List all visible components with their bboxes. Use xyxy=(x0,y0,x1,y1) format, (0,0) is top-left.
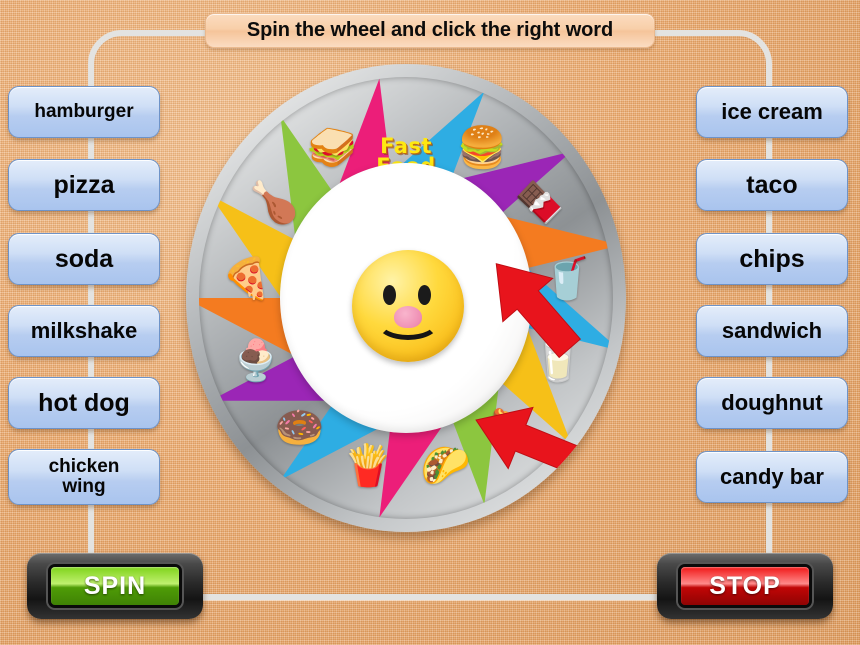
word-label: ice cream xyxy=(721,99,823,125)
spin-button-label: SPIN xyxy=(51,567,179,605)
stop-button[interactable]: STOP xyxy=(657,553,833,619)
word-label-line1: chicken xyxy=(48,456,120,478)
word-button-pizza[interactable]: pizza xyxy=(8,159,160,211)
word-label-line2: wing xyxy=(62,476,106,497)
smiley-eye-left xyxy=(383,285,396,305)
word-button-candy-bar[interactable]: candy bar xyxy=(696,451,848,503)
activity-stage: Spin the wheel and click the right word … xyxy=(0,0,860,645)
word-button-hamburger[interactable]: hamburger xyxy=(8,86,160,138)
smiley-mouth xyxy=(376,304,440,340)
word-label: taco xyxy=(746,170,798,199)
word-label: doughnut xyxy=(721,390,823,416)
stop-button-label: STOP xyxy=(681,567,809,605)
word-button-sandwich[interactable]: sandwich xyxy=(696,305,848,357)
word-label: pizza xyxy=(53,170,115,199)
word-label: hot dog xyxy=(38,388,130,417)
spin-button[interactable]: SPIN xyxy=(27,553,203,619)
word-label: chips xyxy=(739,244,805,273)
word-button-doughnut[interactable]: doughnut xyxy=(696,377,848,429)
instruction-text: Spin the wheel and click the right word xyxy=(246,19,614,41)
word-button-chips[interactable]: chips xyxy=(696,233,848,285)
word-button-taco[interactable]: taco xyxy=(696,159,848,211)
instruction-banner: Spin the wheel and click the right word xyxy=(205,13,655,48)
wheel-rim: Fast Food Wheel 🍔🍫 xyxy=(186,64,626,532)
word-button-ice-cream[interactable]: ice cream xyxy=(696,86,848,138)
smiley-face-icon xyxy=(352,250,464,362)
word-button-milkshake[interactable]: milkshake xyxy=(8,305,160,357)
word-label: milkshake xyxy=(30,318,138,344)
word-label: soda xyxy=(54,244,114,273)
word-label: sandwich xyxy=(721,318,823,344)
word-button-chicken-wing[interactable]: chicken wing xyxy=(8,449,160,505)
word-button-hot-dog[interactable]: hot dog xyxy=(8,377,160,429)
word-button-soda[interactable]: soda xyxy=(8,233,160,285)
word-label: hamburger xyxy=(34,101,134,123)
fast-food-wheel[interactable]: Fast Food Wheel 🍔🍫 xyxy=(186,58,626,538)
smiley-eye-right xyxy=(418,285,431,305)
word-label: candy bar xyxy=(720,464,824,490)
